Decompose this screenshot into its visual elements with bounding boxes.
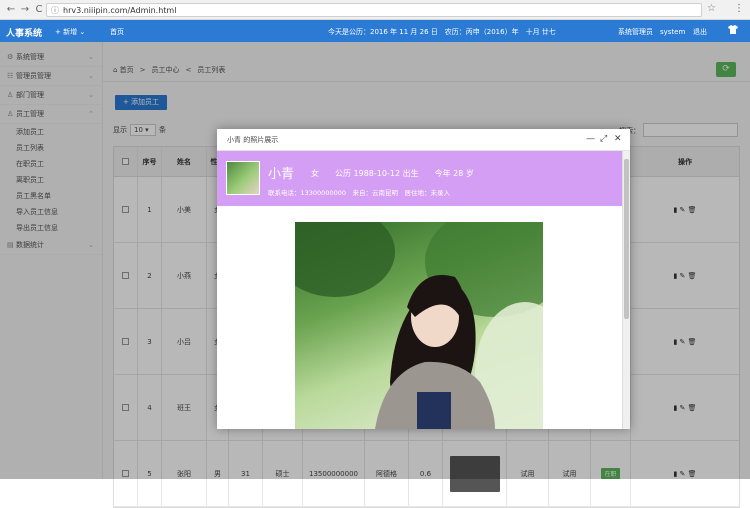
- modal-title: 小青 的照片展示: [227, 135, 279, 144]
- info-icon: ⓘ: [51, 5, 59, 15]
- scroll-thumb[interactable]: [624, 159, 629, 319]
- maximize-icon[interactable]: ⤢: [600, 134, 607, 144]
- star-icon[interactable]: ☆: [707, 3, 716, 14]
- browser-toolbar: ← → C ⓘ hrv3.niiipin.com/Admin.html ☆ ⋮: [0, 0, 750, 20]
- employee-photo: [295, 222, 543, 429]
- app-header: 人事系统 + 新增 ⌄ 首页 今天是公历：2016 年 11 月 26 日 农历…: [0, 20, 750, 42]
- menu-icon[interactable]: ⋮: [734, 3, 744, 14]
- back-icon[interactable]: ←: [4, 4, 18, 15]
- reload-icon[interactable]: C: [32, 4, 46, 15]
- profile-info: 女 公历 1988-10-12 出生 今年 28 岁: [311, 169, 474, 178]
- profile-contact: 联系电话：13300000000 来自：云南昆明 居住地：未录入: [268, 189, 450, 197]
- url-text: hrv3.niiipin.com/Admin.html: [63, 5, 177, 15]
- minimize-icon[interactable]: —: [586, 134, 595, 144]
- shirt-icon[interactable]: [728, 25, 738, 37]
- logout-link[interactable]: 退出: [693, 27, 707, 37]
- photo-modal: 小青 的照片展示 — ⤢ ✕ 小青 女 公历 1988-10-12 出生 今年 …: [217, 129, 630, 429]
- forward-icon[interactable]: →: [18, 4, 32, 15]
- address-bar[interactable]: ⓘ hrv3.niiipin.com/Admin.html: [46, 3, 702, 17]
- new-dropdown-button[interactable]: + 新增 ⌄: [55, 27, 85, 37]
- app-brand: 人事系统: [6, 29, 43, 39]
- modal-title-bar: 小青 的照片展示 — ⤢ ✕: [217, 129, 630, 151]
- profile-name: 小青: [268, 167, 295, 182]
- profile-header: 小青 女 公历 1988-10-12 出生 今年 28 岁 联系电话：13300…: [217, 151, 622, 206]
- modal-scrollbar[interactable]: [622, 151, 630, 429]
- avatar: [226, 161, 260, 195]
- date-text: 今天是公历：2016 年 11 月 26 日 农历：丙申（2016）年 十月 廿…: [328, 28, 556, 36]
- user-link[interactable]: 系统管理员 system: [618, 27, 685, 37]
- home-link[interactable]: 首页: [110, 27, 124, 37]
- close-icon[interactable]: ✕: [614, 134, 622, 144]
